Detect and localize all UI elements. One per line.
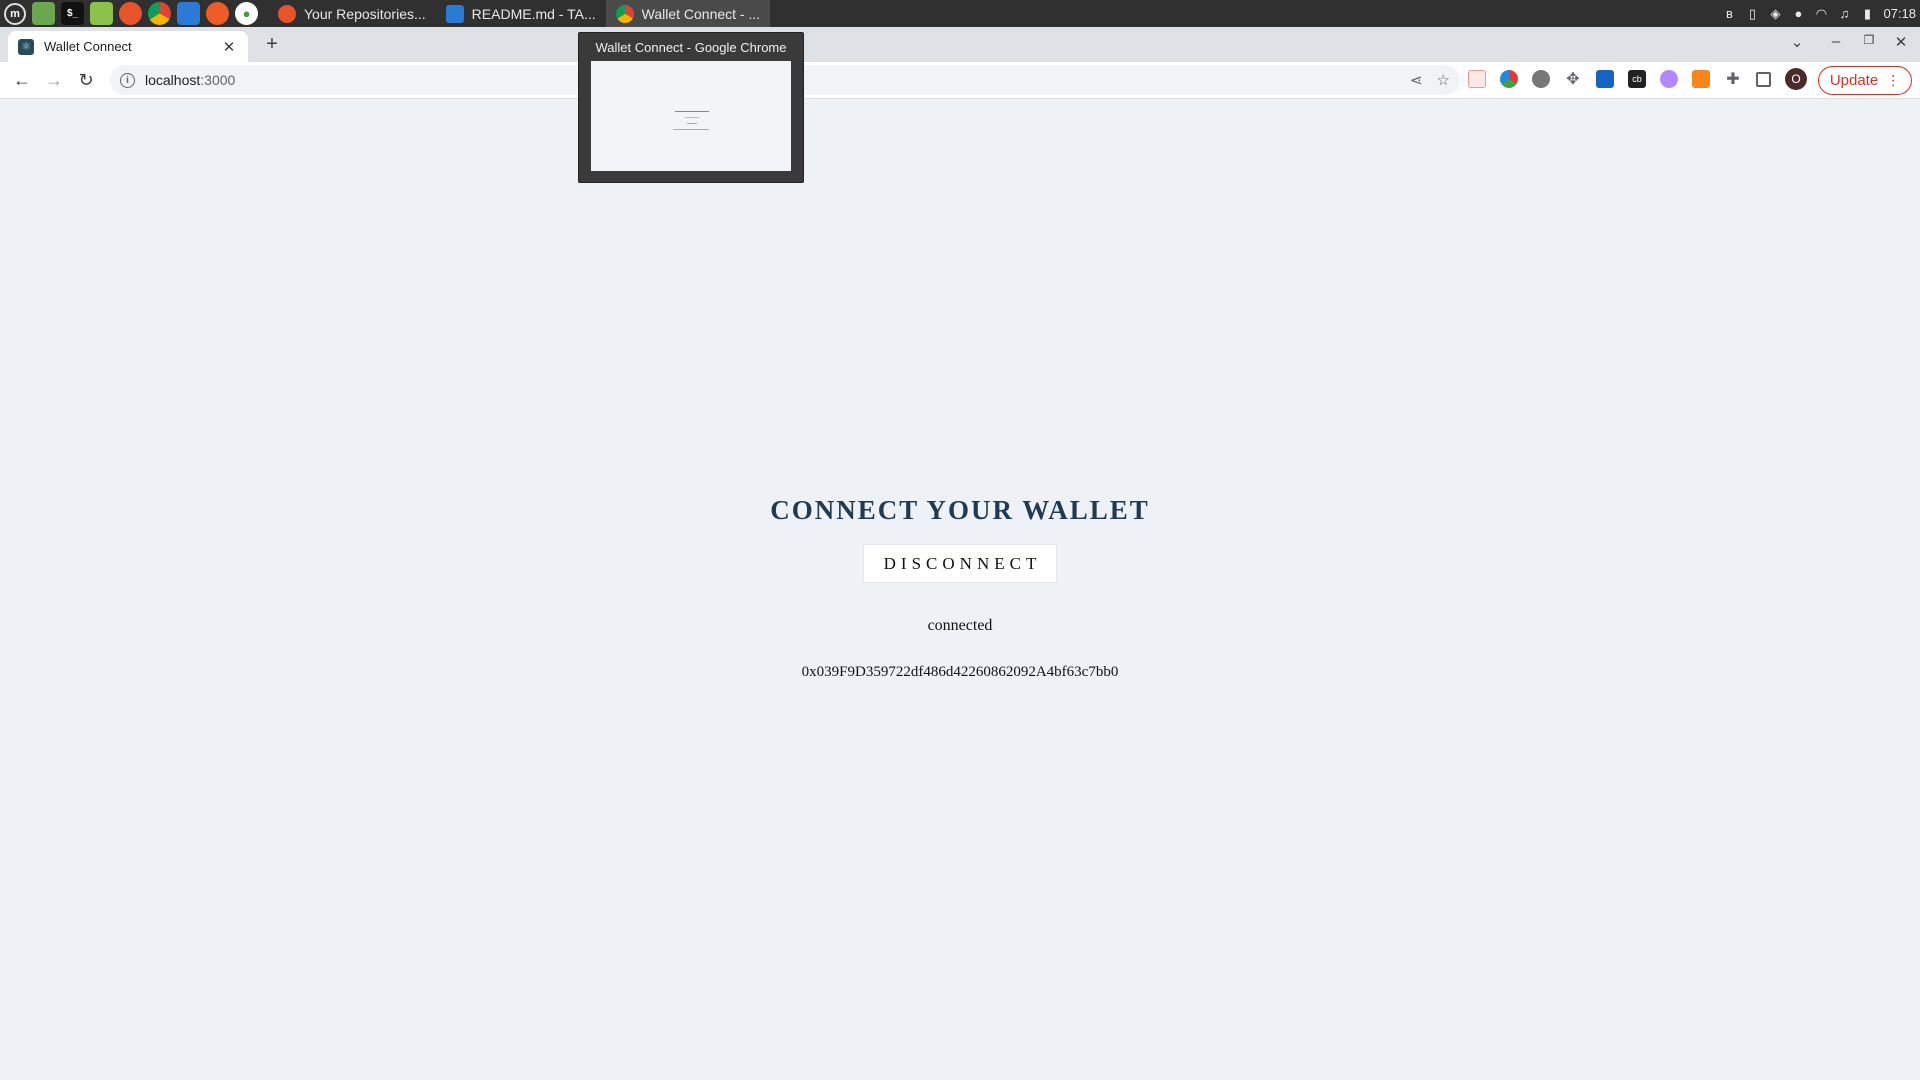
taskbar-window-chrome[interactable]: Wallet Connect - ... [605,0,771,27]
more-menu-icon[interactable]: ⋮ [1886,72,1900,89]
preview-title: Wallet Connect - Google Chrome [595,40,787,55]
vscode-launcher-icon[interactable] [177,2,200,25]
shield-icon[interactable]: ◈ [1768,6,1782,21]
page-title: CONNECT YOUR WALLET [770,495,1150,525]
clock[interactable]: 07:18 [1883,6,1916,21]
browser-toolbar: ← → ↻ i localhost :3000 ⋖ ☆ ✥ cb ✚ O Upd… [0,62,1920,99]
taskbar-window-vscode[interactable]: README.md - TA... [436,0,606,27]
battery-icon[interactable]: ▮ [1860,6,1874,21]
update-button[interactable]: Update ⋮ [1818,66,1912,95]
music-icon[interactable]: ♫ [1837,6,1851,21]
url-port: :3000 [200,72,236,88]
chrome-launcher-icon[interactable] [148,2,171,25]
system-tray: ʙ ▯ ◈ ● ◠ ♫ ▮ 07:18 [1722,0,1916,27]
calendar-extension-icon[interactable] [1468,70,1486,88]
mongodb-compass-icon[interactable]: ● [235,2,258,25]
feather-extension-icon[interactable] [1660,70,1678,88]
wifi-icon[interactable]: ◠ [1814,6,1828,21]
puzzle-icon[interactable]: ✚ [1724,70,1742,88]
forward-icon[interactable]: → [38,70,70,91]
taskbar-window-label: README.md - TA... [471,5,596,22]
extensions-area: ✥ cb ✚ O [1468,68,1807,90]
update-label: Update [1829,72,1879,89]
profile-avatar[interactable]: O [1785,68,1807,90]
chrome-icon [615,4,634,23]
postman-icon[interactable] [206,2,229,25]
vscode-icon [445,4,464,23]
new-tab-button[interactable]: + [260,33,284,56]
connection-status: connected [927,617,993,634]
firefox-icon [278,4,296,23]
taskbar-window-label: Your Repositories... [304,5,426,22]
react-favicon-icon: ⚛ [18,38,34,55]
terminal-icon[interactable]: $_ [61,2,84,25]
omnibox-actions: ⋖ ☆ [1410,71,1450,89]
bluetooth-icon[interactable]: ʙ [1722,6,1736,21]
tab-search-icon[interactable]: ⌄ [1787,33,1807,51]
clipboard-icon[interactable]: ▯ [1745,6,1759,21]
tab-strip: ⚛ Wallet Connect ✕ + ⌄ – ❐ ✕ [0,27,1920,62]
cb-extension-icon[interactable]: cb [1628,70,1646,88]
share-icon[interactable]: ⋖ [1410,71,1423,89]
metamask-icon[interactable] [1692,70,1710,88]
reload-icon[interactable]: ↻ [70,70,102,91]
disconnect-button[interactable]: DISCONNECT [863,544,1057,583]
taskbar-launchers: m $_ ● [0,0,258,27]
menu-icon[interactable]: m [4,2,26,25]
taskbar-window-firefox[interactable]: Your Repositories... [268,0,436,27]
user-icon[interactable]: ● [1791,6,1805,21]
minimize-icon[interactable]: – [1826,33,1846,50]
firefox-launcher-icon[interactable] [119,2,142,25]
tab-wallet-connect[interactable]: ⚛ Wallet Connect ✕ [8,31,248,62]
wallet-address: 0x039F9D359722df486d42260862092A4bf63c7b… [801,664,1119,680]
globe-extension-icon[interactable] [1532,70,1550,88]
back-icon[interactable]: ← [6,70,38,91]
tab-title: Wallet Connect [44,39,132,54]
move-extension-icon[interactable]: ✥ [1564,70,1582,88]
taskbar-window-label: Wallet Connect - ... [641,5,761,22]
restore-icon[interactable]: ❐ [1859,33,1879,47]
close-icon[interactable]: ✕ [220,38,238,56]
color-picker-extension-icon[interactable] [1500,70,1518,88]
show-desktop-icon[interactable] [32,2,55,25]
files-icon[interactable] [90,2,113,25]
page-content: CONNECT YOUR WALLET DISCONNECT connected… [0,99,1920,1080]
url-host: localhost [145,72,201,88]
bookmark-star-icon[interactable]: ☆ [1437,71,1450,89]
os-taskbar: m $_ ● Your Repositories... README.md - … [0,0,1920,27]
side-panel-icon[interactable] [1756,71,1771,87]
blue-extension-icon[interactable] [1596,70,1614,88]
close-window-icon[interactable]: ✕ [1891,33,1911,51]
site-info-icon[interactable]: i [120,72,135,88]
